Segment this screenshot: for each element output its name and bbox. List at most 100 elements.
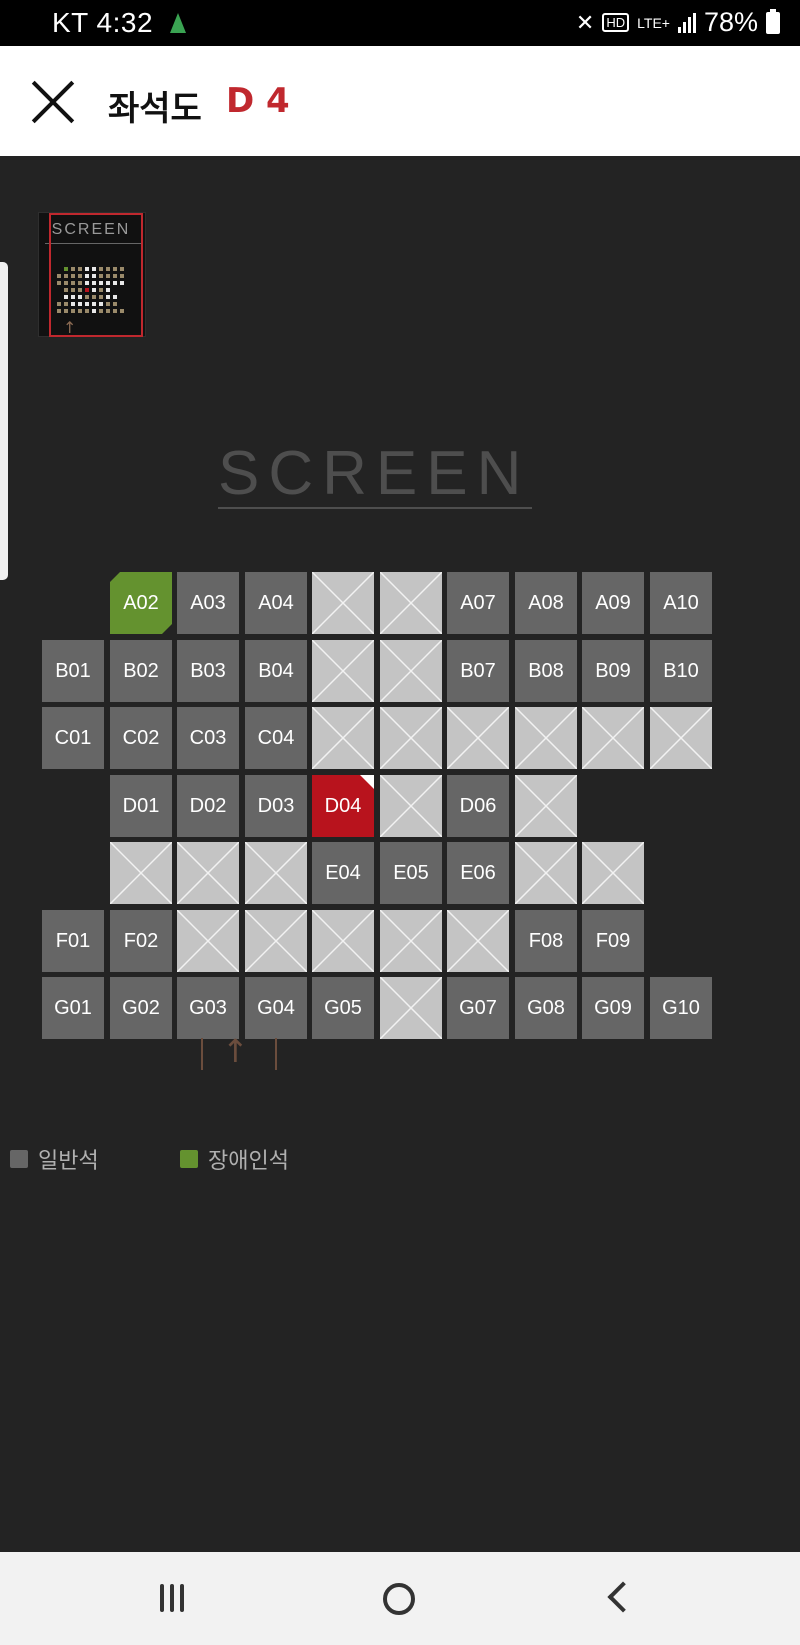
- seat-label: D02: [189, 794, 227, 817]
- status-bar: KT 4:32 ✕ HD LTE+ 78%: [0, 0, 800, 46]
- seat-d03[interactable]: D03: [245, 775, 307, 837]
- seat-e05[interactable]: E05: [380, 842, 442, 904]
- blocked-seat-x-icon: [312, 707, 374, 769]
- seat-f03: [177, 910, 239, 972]
- screen-line: [218, 507, 532, 509]
- seat-label: A09: [595, 591, 631, 614]
- blocked-seat-x-icon: [312, 572, 374, 634]
- blocked-seat-x-icon: [582, 842, 644, 904]
- seat-label: D06: [459, 794, 497, 817]
- entrance-marker: ↑: [192, 1032, 284, 1074]
- seat-minimap[interactable]: SCREEN ↑: [38, 212, 146, 337]
- seat-c03[interactable]: C03: [177, 707, 239, 769]
- seat-b05: [312, 640, 374, 702]
- seat-f08[interactable]: F08: [515, 910, 577, 972]
- mute-icon: ✕: [575, 9, 595, 35]
- seat-d01[interactable]: D01: [110, 775, 172, 837]
- seat-f04: [245, 910, 307, 972]
- blocked-seat-x-icon: [245, 910, 307, 972]
- seat-a02[interactable]: A02: [110, 572, 172, 634]
- seat-label: E06: [460, 861, 496, 884]
- seat-label: E04: [325, 861, 361, 884]
- battery-icon: [766, 8, 780, 34]
- legend-wheelchair: 장애인석: [180, 1143, 289, 1175]
- seat-b09[interactable]: B09: [582, 640, 644, 702]
- seat-c02[interactable]: C02: [110, 707, 172, 769]
- seat-label: C01: [54, 726, 92, 749]
- seat-a09[interactable]: A09: [582, 572, 644, 634]
- seat-f01[interactable]: F01: [42, 910, 104, 972]
- seat-label: G01: [54, 996, 92, 1019]
- seat-b01[interactable]: B01: [42, 640, 104, 702]
- seat-label: B02: [123, 659, 159, 682]
- seat-c06: [380, 707, 442, 769]
- blocked-seat-x-icon: [582, 707, 644, 769]
- seat-b08[interactable]: B08: [515, 640, 577, 702]
- blocked-seat-x-icon: [177, 842, 239, 904]
- back-icon[interactable]: [607, 1581, 639, 1613]
- seat-label: G07: [459, 996, 497, 1019]
- seat-label: G10: [662, 996, 700, 1019]
- seat-g06: [380, 977, 442, 1039]
- seat-g05[interactable]: G05: [312, 977, 374, 1039]
- seat-c08: [515, 707, 577, 769]
- seat-label: B01: [55, 659, 91, 682]
- seat-d06[interactable]: D06: [447, 775, 509, 837]
- seat-b10[interactable]: B10: [650, 640, 712, 702]
- blocked-seat-x-icon: [515, 707, 577, 769]
- seat-c10: [650, 707, 712, 769]
- seat-a08[interactable]: A08: [515, 572, 577, 634]
- home-icon[interactable]: [383, 1583, 415, 1615]
- minimap-viewport-frame[interactable]: [49, 213, 143, 337]
- seat-label: B08: [528, 659, 564, 682]
- seat-g09[interactable]: G09: [582, 977, 644, 1039]
- blocked-seat-x-icon: [380, 640, 442, 702]
- seat-label: G05: [324, 996, 362, 1019]
- tree-icon: [170, 13, 186, 33]
- legend-general-label: 일반석: [38, 1149, 99, 1174]
- seat-c04[interactable]: C04: [245, 707, 307, 769]
- seat-label: A08: [528, 591, 564, 614]
- seat-b04[interactable]: B04: [245, 640, 307, 702]
- seat-g08[interactable]: G08: [515, 977, 577, 1039]
- seat-f02[interactable]: F02: [110, 910, 172, 972]
- seat-a03[interactable]: A03: [177, 572, 239, 634]
- seat-g07[interactable]: G07: [447, 977, 509, 1039]
- battery-percent: 78%: [703, 7, 758, 37]
- seat-g01[interactable]: G01: [42, 977, 104, 1039]
- seat-d04[interactable]: D04: [312, 775, 374, 837]
- seat-e04[interactable]: E04: [312, 842, 374, 904]
- seat-label: D04: [324, 794, 362, 817]
- seat-b02[interactable]: B02: [110, 640, 172, 702]
- blocked-seat-x-icon: [312, 640, 374, 702]
- close-icon[interactable]: [28, 76, 78, 126]
- screen-label: SCREEN: [218, 439, 531, 508]
- seat-a04[interactable]: A04: [245, 572, 307, 634]
- side-drawer-handle[interactable]: [0, 262, 8, 580]
- seat-label: B07: [460, 659, 496, 682]
- seat-g10[interactable]: G10: [650, 977, 712, 1039]
- recent-apps-icon[interactable]: [160, 1584, 184, 1612]
- entrance-left-bar: [201, 1038, 203, 1070]
- seat-a07[interactable]: A07: [447, 572, 509, 634]
- blocked-seat-x-icon: [380, 977, 442, 1039]
- seat-a10[interactable]: A10: [650, 572, 712, 634]
- seat-f09[interactable]: F09: [582, 910, 644, 972]
- blocked-seat-x-icon: [245, 842, 307, 904]
- seat-label: G03: [189, 996, 227, 1019]
- seat-e06[interactable]: E06: [447, 842, 509, 904]
- seat-label: D03: [257, 794, 295, 817]
- seat-g03[interactable]: G03: [177, 977, 239, 1039]
- seat-d05: [380, 775, 442, 837]
- seat-g04[interactable]: G04: [245, 977, 307, 1039]
- seat-d02[interactable]: D02: [177, 775, 239, 837]
- status-carrier-time: KT 4:32: [52, 7, 154, 38]
- blocked-seat-x-icon: [447, 707, 509, 769]
- seat-b07[interactable]: B07: [447, 640, 509, 702]
- blocked-seat-x-icon: [380, 910, 442, 972]
- seat-label: E05: [393, 861, 429, 884]
- seat-label: G04: [257, 996, 295, 1019]
- seat-b03[interactable]: B03: [177, 640, 239, 702]
- seat-c01[interactable]: C01: [42, 707, 104, 769]
- seat-g02[interactable]: G02: [110, 977, 172, 1039]
